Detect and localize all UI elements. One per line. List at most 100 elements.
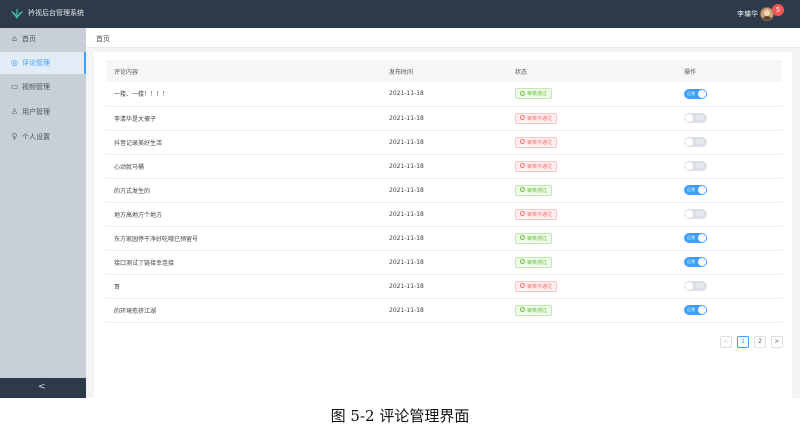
sidebar-item-label: 用户管理 xyxy=(22,108,50,116)
user-name[interactable]: 李墉华 xyxy=(737,9,758,19)
sidebar-item-comments[interactable]: ◎ 评论管理 xyxy=(0,52,86,74)
switch-knob xyxy=(685,282,693,290)
table-header-row: 评论内容 发布时间 状态 操作 xyxy=(106,60,782,82)
ban-toggle-switch[interactable]: 正常 xyxy=(684,88,707,99)
video-icon: ▭ xyxy=(10,82,19,91)
switch-knob xyxy=(685,210,693,218)
comment-content: 的方式发生的 xyxy=(114,187,151,195)
close-circle-icon xyxy=(520,115,525,120)
status-cell: 审核通过 xyxy=(507,82,676,106)
close-circle-icon xyxy=(520,283,525,288)
comment-content: 哥 xyxy=(114,283,121,291)
pagination-next-button[interactable]: > xyxy=(771,336,783,348)
breadcrumb: 首页 xyxy=(86,28,800,48)
app-window: 衿视后台管理系统 李墉华 5 ⌂ 首页 ◎ 评论管理 ▭ 视频管理 ♙ 用户管理… xyxy=(0,0,800,398)
switch-label: 封禁 xyxy=(696,163,704,168)
publish-time: 2021-11-18 xyxy=(389,138,424,146)
comment-content: 东方家园停干净好吃哦已预留号 xyxy=(114,235,199,243)
table-row: 的环境愈挤江湖 2021-11-18 审核通过 正常 xyxy=(106,298,782,322)
sidebar-item-videos[interactable]: ▭ 视频管理 xyxy=(0,76,86,98)
table-row: 的方式发生的 2021-11-18 审核通过 正常 xyxy=(106,178,782,202)
status-text: 审核通过 xyxy=(527,307,548,314)
comment-content: 李清华是大傻子 xyxy=(114,115,157,123)
sidebar: ⌂ 首页 ◎ 评论管理 ▭ 视频管理 ♙ 用户管理 ♀ 个人设置 < xyxy=(0,28,86,398)
pagination-page-2[interactable]: 2 xyxy=(754,336,766,348)
action-cell: 封禁 xyxy=(676,154,782,178)
person-icon: ♀ xyxy=(11,132,18,141)
check-circle-icon xyxy=(520,307,525,312)
status-text: 审核通过 xyxy=(527,259,548,266)
breadcrumb-item-home[interactable]: 首页 xyxy=(96,34,110,44)
ban-toggle-switch[interactable]: 正常 xyxy=(684,233,707,243)
sidebar-item-home[interactable]: ⌂ 首页 xyxy=(0,28,86,50)
action-cell: 封禁 xyxy=(676,202,782,226)
status-badge: 审核通过 xyxy=(515,184,553,196)
comments-table: 评论内容 发布时间 状态 操作 一楼、一楼！！！！ 2021-11-18 审核通过正… xyxy=(106,60,782,323)
status-cell: 审核不通过 xyxy=(507,274,676,298)
comment-content: 心动就马桶 xyxy=(114,163,145,171)
comments-panel: 评论内容 发布时间 状态 操作 一楼、一楼！！！！ 2021-11-18 审核通过正… xyxy=(94,52,792,398)
status-text: 审核通过 xyxy=(527,187,548,194)
status-badge: 审核不通过 xyxy=(515,136,558,148)
table-row: 哥 2021-11-18 审核不通过 封禁 xyxy=(106,274,782,298)
publish-time: 2021-11-18 xyxy=(389,306,424,314)
status-badge: 审核通过 xyxy=(515,256,553,268)
switch-knob xyxy=(698,89,706,98)
switch-knob xyxy=(698,234,706,242)
pagination: < 1 2 > xyxy=(720,336,784,348)
switch-knob xyxy=(685,138,693,146)
switch-label: 正常 xyxy=(687,235,695,240)
comment-content: 的环境愈挤江湖 xyxy=(114,307,157,315)
sidebar-item-personal-settings[interactable]: ♀ 个人设置 xyxy=(0,126,86,148)
ban-toggle-switch[interactable]: 封禁 xyxy=(684,137,707,147)
switch-label: 正常 xyxy=(687,187,695,192)
ban-toggle-switch[interactable]: 封禁 xyxy=(684,209,707,219)
action-cell: 封禁 xyxy=(676,106,782,130)
sidebar-collapse-bar[interactable]: < xyxy=(0,378,86,398)
pagination-prev-button[interactable]: < xyxy=(720,336,732,348)
action-cell: 正常 xyxy=(676,82,782,106)
ban-toggle-switch[interactable]: 正常 xyxy=(684,185,707,195)
action-cell: 封禁 xyxy=(676,274,782,298)
ban-toggle-switch[interactable]: 正常 xyxy=(684,305,707,315)
status-badge: 审核不通过 xyxy=(515,208,558,220)
switch-label: 封禁 xyxy=(696,283,704,288)
switch-label: 正常 xyxy=(687,307,695,312)
check-circle-icon xyxy=(520,259,525,264)
table-row: 心动就马桶 2021-11-18 审核不通过 封禁 xyxy=(106,154,782,178)
chevron-left-icon[interactable]: < xyxy=(38,382,46,392)
ban-toggle-switch[interactable]: 封禁 xyxy=(684,281,707,291)
publish-time: 2021-11-18 xyxy=(389,234,424,242)
column-header-content: 评论内容 xyxy=(114,68,139,76)
check-circle-icon xyxy=(520,187,525,192)
status-cell: 审核不通过 xyxy=(507,154,676,178)
comment-content: 接口测试了链接幸连接 xyxy=(114,259,175,267)
close-circle-icon xyxy=(520,211,525,216)
status-cell: 审核不通过 xyxy=(507,130,676,154)
action-cell: 封禁 xyxy=(676,130,782,154)
action-cell: 正常 xyxy=(676,250,782,274)
sidebar-item-users[interactable]: ♙ 用户管理 xyxy=(0,101,86,123)
users-icon: ♙ xyxy=(10,107,19,116)
status-cell: 审核通过 xyxy=(507,226,676,250)
notification-badge[interactable]: 5 xyxy=(772,4,784,16)
sidebar-item-label: 首页 xyxy=(22,35,36,43)
status-badge: 审核通过 xyxy=(515,304,553,316)
close-circle-icon xyxy=(520,163,525,168)
switch-knob xyxy=(698,306,706,314)
status-cell: 审核不通过 xyxy=(507,106,676,130)
switch-label: 封禁 xyxy=(696,115,704,120)
switch-label: 正常 xyxy=(687,259,695,264)
column-header-status: 状态 xyxy=(515,68,528,76)
table-row: 一楼、一楼！！！！ 2021-11-18 审核通过 正常 xyxy=(106,82,782,106)
figure-caption: 图 5-2 评论管理界面 xyxy=(330,407,470,425)
ban-toggle-switch[interactable]: 封禁 xyxy=(684,161,707,171)
ban-toggle-switch[interactable]: 封禁 xyxy=(684,113,707,123)
switch-knob xyxy=(685,114,693,122)
pagination-page-1[interactable]: 1 xyxy=(737,336,749,348)
status-text: 审核通过 xyxy=(527,91,548,98)
status-cell: 审核通过 xyxy=(507,250,676,274)
ban-toggle-switch[interactable]: 正常 xyxy=(684,257,707,267)
comment-icon: ◎ xyxy=(11,58,18,67)
publish-time: 2021-11-18 xyxy=(389,90,424,98)
